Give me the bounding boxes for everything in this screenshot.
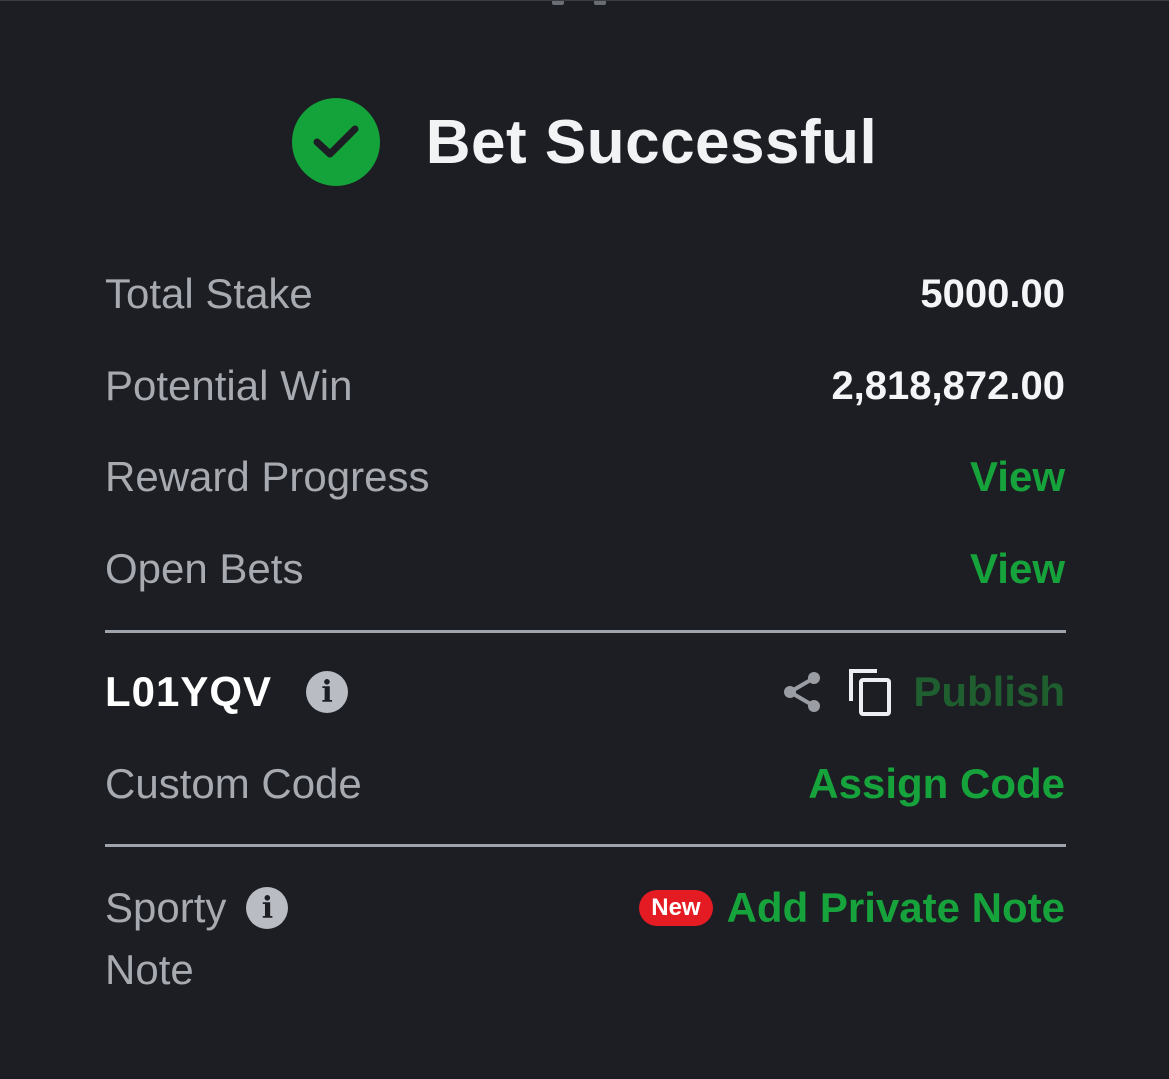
open-bets-view-link[interactable]: View bbox=[970, 545, 1065, 593]
custom-code-row: Custom Code Assign Code bbox=[105, 754, 1065, 814]
share-icon[interactable] bbox=[781, 670, 825, 714]
info-icon[interactable]: i bbox=[246, 887, 289, 929]
reward-progress-view-link[interactable]: View bbox=[970, 453, 1065, 501]
drag-handle[interactable] bbox=[552, 1, 606, 5]
potential-win-row: Potential Win 2,818,872.00 bbox=[105, 356, 1065, 416]
add-note-group: New Add Private Note bbox=[639, 884, 1065, 932]
total-stake-row: Total Stake 5000.00 bbox=[105, 264, 1065, 324]
booking-actions: Publish bbox=[781, 667, 1065, 717]
open-bets-label: Open Bets bbox=[105, 545, 304, 592]
custom-code-label: Custom Code bbox=[105, 760, 362, 807]
reward-progress-row: Reward Progress View bbox=[105, 447, 1065, 507]
divider bbox=[105, 844, 1066, 847]
sporty-note-row: Sporty i New Add Private Note bbox=[105, 877, 1065, 939]
drag-handle-left bbox=[552, 1, 564, 5]
page-title: Bet Successful bbox=[425, 107, 878, 177]
total-stake-value: 5000.00 bbox=[920, 271, 1065, 316]
booking-code: L01YQV bbox=[105, 668, 273, 715]
sporty-note-label-line2: Note bbox=[105, 946, 194, 993]
potential-win-value: 2,818,872.00 bbox=[831, 363, 1065, 408]
booking-code-row: L01YQV i Publish bbox=[105, 662, 1065, 722]
copy-icon[interactable] bbox=[847, 667, 893, 717]
bet-success-panel: Bet Successful Total Stake 5000.00 Poten… bbox=[0, 0, 1169, 1079]
booking-code-group: L01YQV i bbox=[105, 668, 349, 716]
drag-handle-right bbox=[594, 1, 606, 5]
success-header: Bet Successful bbox=[0, 97, 1169, 187]
info-icon[interactable]: i bbox=[306, 671, 349, 713]
add-private-note-link[interactable]: Add Private Note bbox=[727, 884, 1065, 932]
potential-win-label: Potential Win bbox=[105, 362, 353, 409]
sporty-note-label-group: Sporty i bbox=[105, 877, 289, 939]
assign-code-link[interactable]: Assign Code bbox=[808, 760, 1065, 808]
check-circle-icon bbox=[291, 98, 380, 186]
new-badge: New bbox=[639, 890, 713, 926]
reward-progress-label: Reward Progress bbox=[105, 453, 430, 500]
publish-button[interactable]: Publish bbox=[913, 668, 1065, 716]
sporty-note-label-line1: Sporty bbox=[105, 884, 227, 931]
total-stake-label: Total Stake bbox=[105, 270, 313, 317]
open-bets-row: Open Bets View bbox=[105, 539, 1065, 599]
divider bbox=[105, 630, 1066, 633]
